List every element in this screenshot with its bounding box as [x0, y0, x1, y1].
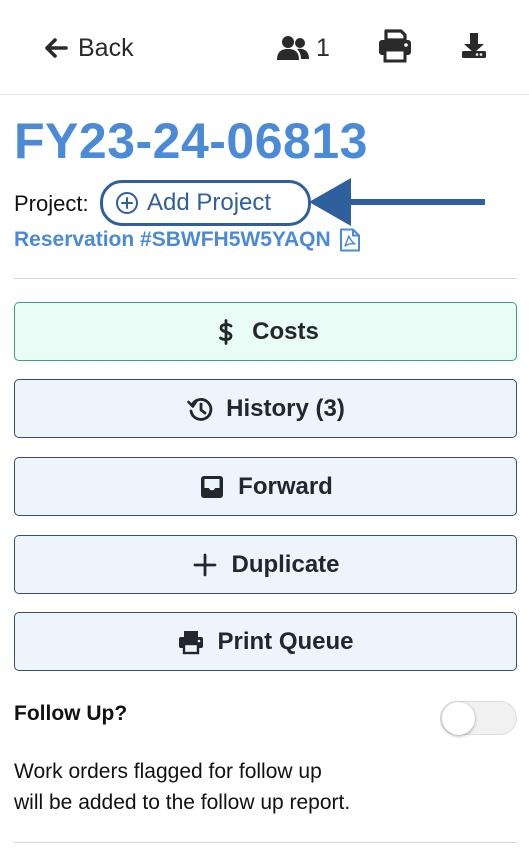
inbox-icon: [198, 473, 226, 501]
users-count: 1: [316, 33, 330, 62]
download-icon[interactable]: [459, 30, 489, 60]
reservation-label: Reservation #SBWFH5W5YAQN: [14, 228, 331, 251]
history-icon: [186, 395, 214, 423]
printer-icon: [177, 628, 205, 656]
duplicate-button[interactable]: Duplicate: [14, 535, 517, 594]
follow-up-toggle[interactable]: [440, 701, 517, 735]
back-button[interactable]: Back: [44, 30, 134, 66]
print-queue-label: Print Queue: [217, 627, 354, 655]
follow-up-description: Work orders flagged for follow up will b…: [14, 756, 494, 818]
users-button[interactable]: 1: [276, 30, 330, 66]
duplicate-label: Duplicate: [231, 550, 340, 578]
toggle-knob: [442, 702, 475, 735]
top-bar: Back 1: [0, 0, 529, 95]
annotation-arrow-icon: [309, 178, 485, 226]
follow-up-label: Follow Up?: [14, 702, 128, 725]
pdf-file-icon: [339, 228, 360, 252]
add-project-button[interactable]: Add Project: [100, 180, 311, 226]
forward-label: Forward: [238, 472, 333, 500]
plus-icon: [191, 551, 219, 579]
project-label: Project:: [14, 191, 89, 216]
divider: [14, 278, 517, 279]
work-order-title: FY23-24-06813: [14, 113, 368, 169]
forward-button[interactable]: Forward: [14, 457, 517, 516]
users-icon: [277, 36, 309, 60]
dollar-icon: [212, 318, 240, 346]
costs-label: Costs: [252, 317, 319, 345]
follow-up-description-line: Work orders flagged for follow up: [14, 760, 322, 783]
reservation-link[interactable]: Reservation #SBWFH5W5YAQN: [14, 226, 361, 254]
project-row: Project:: [14, 188, 89, 220]
plus-circle-icon: [116, 192, 138, 214]
costs-button[interactable]: Costs: [14, 302, 517, 361]
history-button[interactable]: History (3): [14, 379, 517, 438]
follow-up-description-line: will be added to the follow up report.: [14, 791, 351, 814]
printer-icon[interactable]: [377, 28, 413, 64]
print-queue-button[interactable]: Print Queue: [14, 612, 517, 671]
back-label: Back: [78, 33, 134, 62]
add-project-label: Add Project: [147, 189, 272, 216]
divider: [14, 842, 517, 843]
history-label: History (3): [226, 394, 345, 422]
arrow-left-icon: [45, 38, 68, 58]
